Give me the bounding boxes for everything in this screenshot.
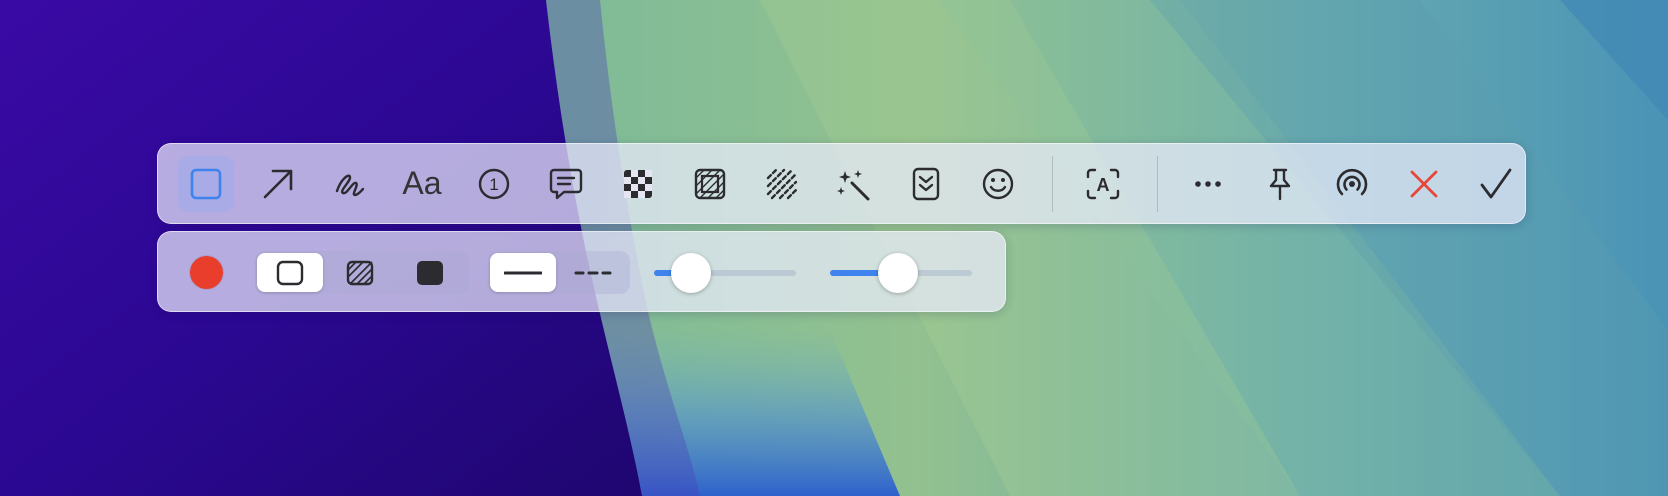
- opacity-slider[interactable]: [830, 251, 972, 294]
- arrow-icon: [263, 169, 293, 198]
- fill-style-segmented-control: [255, 251, 469, 294]
- fill-hatched-option[interactable]: [327, 253, 393, 292]
- rectangle-tool-button[interactable]: [178, 155, 234, 212]
- blur-tool-button[interactable]: [754, 156, 810, 212]
- line-style-segmented-control: [488, 251, 630, 294]
- checkmark-icon: [1480, 168, 1512, 198]
- more-button[interactable]: [1180, 156, 1236, 212]
- pixelate-tool-button[interactable]: [610, 156, 666, 212]
- comment-tool-button[interactable]: [538, 156, 594, 212]
- pin-button[interactable]: [1252, 156, 1308, 212]
- fill-solid-option[interactable]: [397, 253, 463, 292]
- slider-knob[interactable]: [878, 253, 919, 293]
- cancel-button[interactable]: [1396, 156, 1452, 212]
- checkerboard-icon: [624, 169, 652, 198]
- text-recognition-icon: A: [1086, 168, 1120, 199]
- solid-line-icon: [504, 271, 542, 274]
- pen-tool-button[interactable]: [322, 156, 378, 212]
- ocr-tool-button[interactable]: A: [1075, 156, 1131, 212]
- line-dashed-option[interactable]: [560, 253, 626, 292]
- fill-outline-option[interactable]: [257, 253, 323, 292]
- emoji-tool-button[interactable]: [970, 156, 1026, 212]
- numbered-circle-icon: 1: [478, 168, 510, 199]
- solid-fill-icon: [417, 260, 443, 285]
- hatched-square-icon: [694, 168, 726, 199]
- slider-knob[interactable]: [670, 253, 711, 293]
- toolbar-divider: [1157, 155, 1158, 212]
- line-solid-option[interactable]: [490, 253, 556, 292]
- arrow-tool-button[interactable]: [250, 156, 306, 212]
- text-tool-button[interactable]: Aa: [394, 156, 450, 212]
- scroll-capture-tool-button[interactable]: [898, 156, 954, 212]
- blur-region-tool-button[interactable]: [682, 156, 738, 212]
- text-icon: Aa: [402, 165, 442, 201]
- dashed-line-icon: [574, 271, 612, 274]
- rectangle-icon: [190, 168, 222, 199]
- stroke-width-slider[interactable]: [654, 251, 796, 294]
- color-picker[interactable]: [190, 256, 223, 289]
- hatched-fill-icon: [346, 260, 374, 285]
- ocr-letter: A: [1097, 175, 1110, 195]
- magic-wand-icon: [837, 169, 870, 200]
- diagonal-lines-icon: [766, 168, 798, 199]
- pin-icon: [1269, 168, 1291, 200]
- chevrons-down-icon: [912, 167, 940, 200]
- counter-tool-button[interactable]: 1: [466, 156, 522, 212]
- share-button[interactable]: [1324, 156, 1380, 212]
- confirm-button[interactable]: [1468, 156, 1524, 212]
- scribble-icon: [335, 174, 365, 196]
- magic-tool-button[interactable]: [826, 156, 882, 212]
- close-icon: [1410, 170, 1438, 197]
- outline-square-icon: [276, 260, 304, 285]
- smiley-icon: [982, 168, 1014, 199]
- tool-options-bar: [157, 231, 1006, 312]
- speech-bubble-icon: [549, 168, 583, 199]
- airdrop-icon: [1336, 168, 1368, 195]
- toolbar-divider: [1052, 155, 1053, 212]
- annotation-toolbar: Aa 1 A: [157, 143, 1526, 224]
- counter-number: 1: [489, 175, 498, 194]
- ellipsis-icon: [1195, 180, 1221, 187]
